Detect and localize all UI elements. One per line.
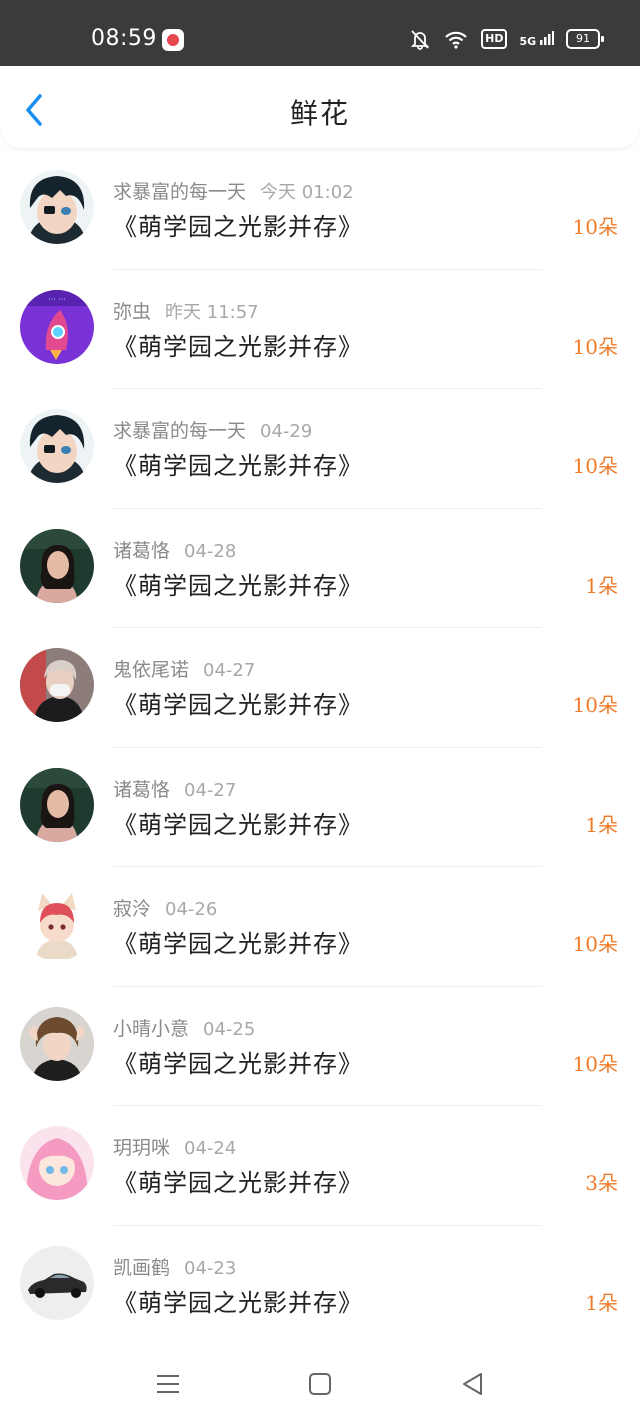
sender-name: 寂泠: [113, 898, 152, 920]
flower-count: 3朵: [585, 1171, 618, 1195]
mute-bell-icon: [410, 30, 430, 50]
masked-person-avatar-image: [20, 648, 94, 722]
menu-icon[interactable]: [154, 1370, 182, 1398]
wifi-icon: [445, 31, 467, 49]
sender-name: 小晴小意: [113, 1017, 190, 1040]
signal-bars-icon: [540, 31, 554, 45]
book-title: 《萌学园之光影并存》: [113, 691, 363, 719]
sender-name: 鬼依尾诺: [113, 659, 190, 681]
flower-count: 1朵: [585, 573, 618, 598]
page-header: 鲜花: [0, 66, 640, 148]
sender-info: 诸葛恪 04-27: [113, 775, 236, 802]
book-title: 《萌学园之光影并存》: [113, 810, 363, 839]
sender-name: 诸葛恪: [113, 539, 171, 562]
sender-info: 求暴富的每一天 今天 01:02: [113, 177, 354, 204]
status-icons: HD 5G 91: [409, 28, 604, 50]
status-bar: 08:59 HD 5G 91: [0, 0, 640, 66]
sender-name: 诸葛恪: [113, 778, 171, 801]
avatar[interactable]: [20, 1126, 94, 1200]
flower-count: 10朵: [572, 454, 618, 478]
flower-list: 求暴富的每一天 今天 01:02 《萌学园之光影并存》 10朵 ··· ··· 弥…: [0, 150, 640, 1345]
avatar[interactable]: [20, 170, 94, 244]
list-item[interactable]: 玥玥咪 04-24 《萌学园之光影并存》 3朵: [0, 1106, 640, 1226]
list-item[interactable]: 求暴富的每一天 今天 01:02 《萌学园之光影并存》 10朵: [0, 150, 640, 270]
flower-count: 10朵: [572, 334, 618, 359]
svg-text:··· ···: ··· ···: [48, 295, 66, 304]
list-item[interactable]: ··· ··· 弥虫 昨天 11:57 《萌学园之光影并存》 10朵: [0, 270, 640, 389]
send-time: 04-25: [203, 1018, 256, 1040]
pink-anime-girl-avatar-image: [20, 1126, 94, 1200]
list-item[interactable]: 小晴小意 04-25 《萌学园之光影并存》 10朵: [0, 987, 640, 1106]
page-title: 鲜花: [289, 97, 350, 130]
woman-avatar-image: [20, 767, 94, 842]
cat-ear-anime-avatar-image: [20, 887, 94, 961]
flower-count: 10朵: [572, 1051, 618, 1076]
send-time: 04-27: [184, 779, 237, 801]
anime-boy-avatar-image: [20, 170, 94, 244]
notification-app-icon: [162, 29, 184, 51]
sender-info: 求暴富的每一天 04-29: [113, 416, 312, 443]
send-time: 04-27: [203, 660, 256, 681]
network-label: 5G: [519, 35, 537, 48]
avatar[interactable]: [20, 1006, 94, 1081]
anime-boy-avatar-image: [20, 409, 94, 483]
list-item[interactable]: 诸葛恪 04-27 《萌学园之光影并存》 1朵: [0, 748, 640, 867]
sender-info: 诸葛恪 04-28: [113, 536, 236, 563]
list-item[interactable]: 寂泠 04-26 《萌学园之光影并存》 10朵: [0, 867, 640, 987]
avatar[interactable]: [20, 1245, 94, 1320]
sender-name: 凯画鹤: [113, 1256, 171, 1279]
avatar[interactable]: [20, 887, 94, 961]
hd-icon: HD: [481, 29, 508, 49]
book-title: 《萌学园之光影并存》: [113, 452, 363, 480]
flower-count: 10朵: [572, 932, 618, 956]
avatar[interactable]: [20, 767, 94, 842]
back-triangle-icon[interactable]: [459, 1370, 487, 1398]
battery-icon: 91: [566, 29, 604, 49]
send-time: 04-26: [165, 899, 218, 920]
sender-info: 寂泠 04-26: [113, 894, 217, 921]
send-time: 04-23: [184, 1257, 237, 1279]
book-title: 《萌学园之光影并存》: [113, 930, 363, 958]
send-time: 昨天 11:57: [165, 301, 259, 323]
status-time: 08:59: [91, 26, 157, 51]
sports-car-avatar-image: [20, 1245, 94, 1320]
list-item[interactable]: 凯画鹤 04-23 《萌学园之光影并存》 1朵: [0, 1226, 640, 1346]
rocket-avatar-image: ··· ···: [20, 289, 94, 364]
book-title: 《萌学园之光影并存》: [113, 571, 363, 600]
flower-count: 1朵: [585, 1290, 618, 1315]
sender-name: 弥虫: [113, 300, 152, 323]
sender-info: 小晴小意 04-25: [113, 1014, 255, 1041]
book-title: 《萌学园之光影并存》: [113, 1169, 363, 1197]
sender-info: 玥玥咪 04-24: [113, 1133, 236, 1160]
send-time: 04-24: [184, 1138, 237, 1159]
book-title: 《萌学园之光影并存》: [113, 1288, 363, 1317]
avatar[interactable]: ··· ···: [20, 289, 94, 364]
book-title: 《萌学园之光影并存》: [113, 1049, 363, 1078]
book-title: 《萌学园之光影并存》: [113, 213, 363, 241]
sender-name: 求暴富的每一天: [113, 181, 247, 203]
sender-info: 鬼依尾诺 04-27: [113, 655, 255, 682]
send-time: 04-29: [260, 421, 313, 442]
navigation-bar: [0, 1346, 640, 1422]
brown-hair-person-avatar-image: [20, 1006, 94, 1081]
sender-name: 玥玥咪: [113, 1137, 171, 1159]
book-title: 《萌学园之光影并存》: [113, 332, 363, 361]
flower-count: 10朵: [572, 215, 618, 239]
avatar[interactable]: [20, 648, 94, 722]
sender-info: 凯画鹤 04-23: [113, 1253, 236, 1280]
flower-count: 10朵: [572, 693, 618, 717]
home-square-icon[interactable]: [306, 1370, 334, 1398]
list-item[interactable]: 鬼依尾诺 04-27 《萌学园之光影并存》 10朵: [0, 628, 640, 748]
flower-count: 1朵: [585, 812, 618, 837]
avatar[interactable]: [20, 409, 94, 483]
sender-info: 弥虫 昨天 11:57: [113, 297, 259, 324]
list-item[interactable]: 求暴富的每一天 04-29 《萌学园之光影并存》 10朵: [0, 389, 640, 509]
send-time: 今天 01:02: [260, 182, 354, 203]
send-time: 04-28: [184, 540, 237, 562]
woman-avatar-image: [20, 528, 94, 603]
sender-name: 求暴富的每一天: [113, 420, 247, 442]
list-item[interactable]: 诸葛恪 04-28 《萌学园之光影并存》 1朵: [0, 509, 640, 628]
5g-signal-icon: 5G: [519, 31, 554, 47]
avatar[interactable]: [20, 528, 94, 603]
